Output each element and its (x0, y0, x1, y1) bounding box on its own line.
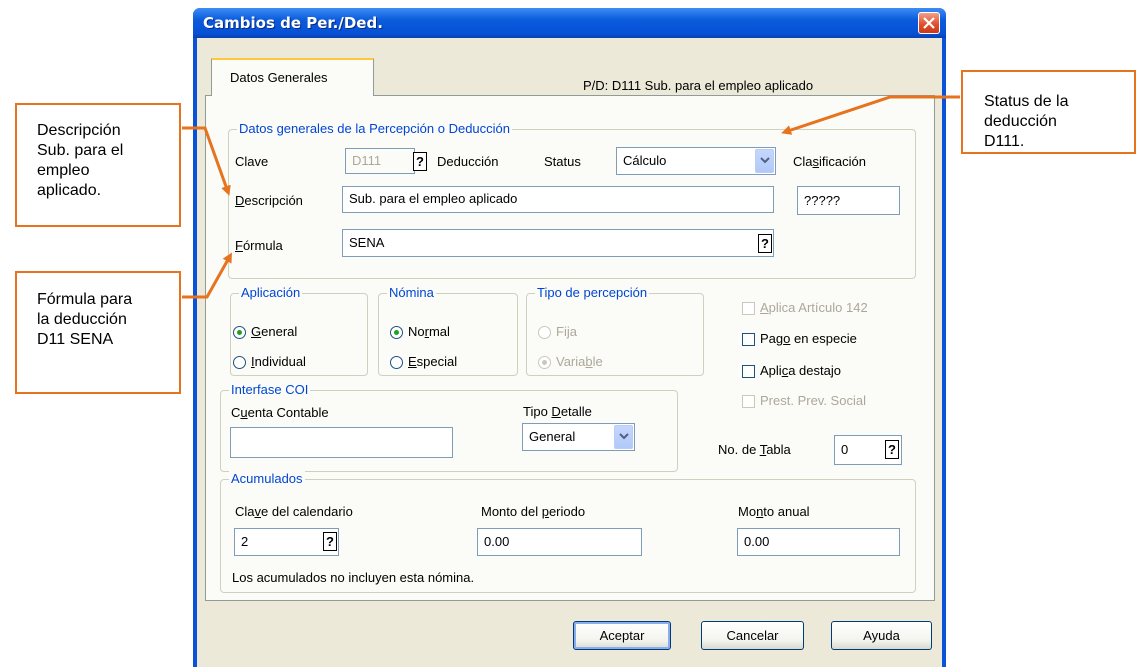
tab-datos-generales[interactable]: Datos Generales (211, 58, 374, 96)
callout-arrows (182, 95, 960, 299)
arrow-descripcion (182, 126, 231, 196)
arrow-status (781, 95, 960, 135)
tab-label: Datos Generales (230, 70, 328, 85)
arrow-formula (182, 252, 232, 299)
